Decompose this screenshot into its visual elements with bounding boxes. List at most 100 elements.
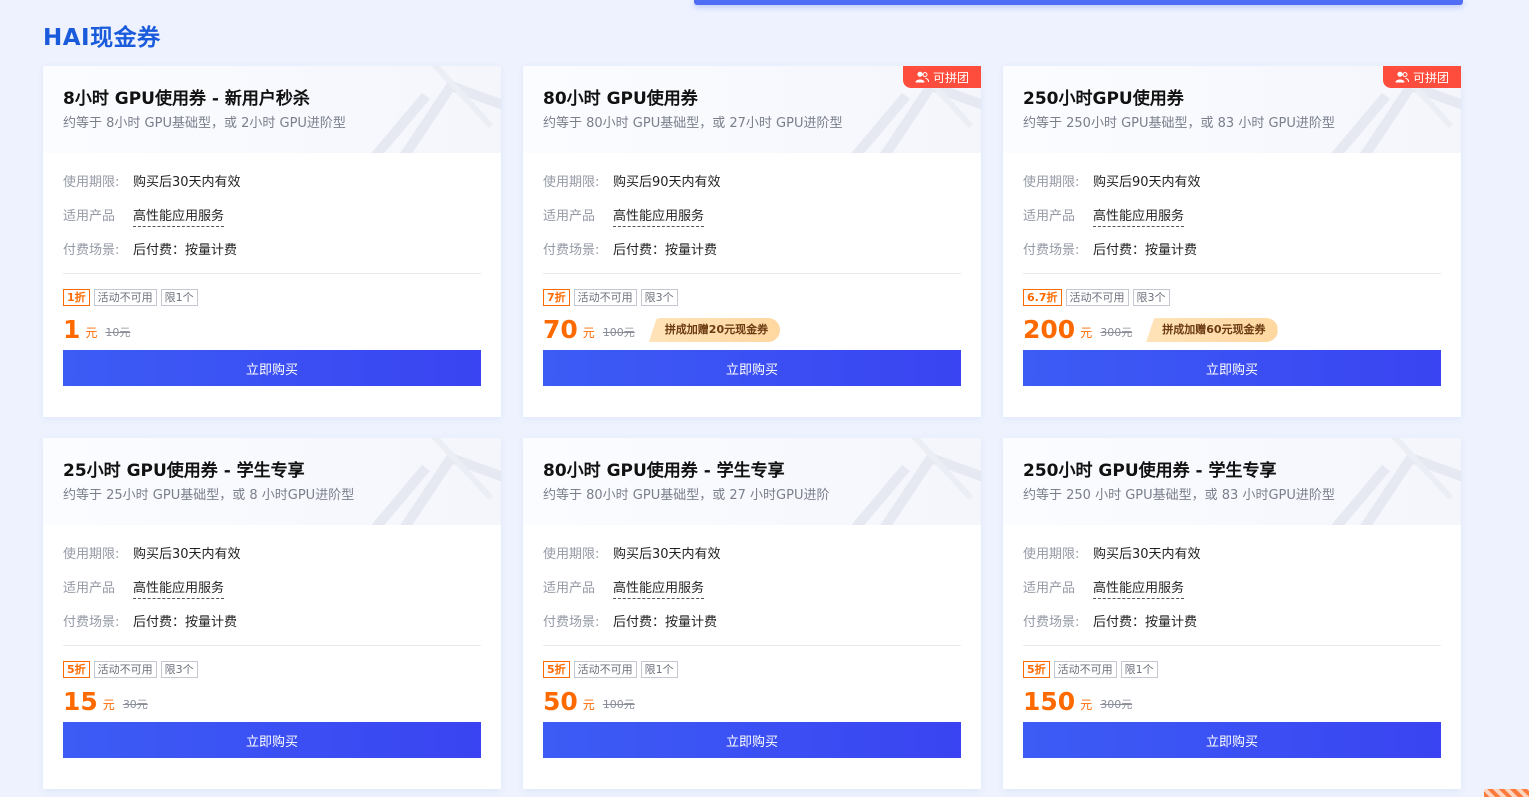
discount-tag: 5折	[543, 661, 570, 678]
group-buy-badge: 可拼团	[1383, 66, 1461, 88]
product-label: 适用产品	[1023, 209, 1076, 224]
limit-tag: 限3个	[1132, 289, 1170, 306]
original-price: 300元	[1100, 326, 1133, 339]
validity-label: 使用期限:	[543, 547, 600, 562]
buy-now-button[interactable]: 立即购买	[543, 722, 961, 758]
tag-list: 5折 活动不可用 限3个	[63, 661, 481, 678]
buy-now-button[interactable]: 立即购买	[543, 350, 961, 386]
price-value: 1	[63, 315, 81, 344]
price-value: 150	[1023, 687, 1076, 716]
tag-list: 5折 活动不可用 限1个	[543, 661, 961, 678]
payment-value: 后付费：按量计费	[133, 243, 238, 258]
card-header: 25小时 GPU使用券 - 学生专享 约等于 25小时 GPU基础型，或 8 小…	[43, 438, 501, 525]
price-row: 200 元 300元 拼成加赠60元现金券	[1023, 314, 1441, 344]
group-buy-badge: 可拼团	[903, 66, 981, 88]
group-promo-badge: 拼成加赠20元现金券	[648, 318, 781, 342]
validity-label: 使用期限:	[1023, 175, 1080, 190]
buy-now-button[interactable]: 立即购买	[1023, 722, 1441, 758]
card-body: 使用期限: 购买后30天内有效 适用产品 高性能应用服务 付费场景: 后付费：按…	[43, 153, 501, 386]
price-row: 70 元 100元 拼成加赠20元现金券	[543, 314, 961, 344]
limit-tag: 限1个	[640, 661, 678, 678]
card-body: 使用期限: 购买后30天内有效 适用产品 高性能应用服务 付费场景: 后付费：按…	[523, 525, 981, 758]
product-link[interactable]: 高性能应用服务	[613, 577, 705, 599]
buy-now-button[interactable]: 立即购买	[63, 722, 481, 758]
divider	[63, 273, 481, 274]
product-row: 适用产品 高性能应用服务	[1023, 577, 1441, 611]
buy-now-button[interactable]: 立即购买	[1023, 350, 1441, 386]
validity-row: 使用期限: 购买后90天内有效	[1023, 171, 1441, 205]
payment-label: 付费场景:	[63, 615, 120, 630]
validity-row: 使用期限: 购买后30天内有效	[63, 543, 481, 577]
price-unit: 元	[1080, 326, 1093, 340]
original-price: 300元	[1100, 698, 1133, 711]
payment-label: 付费场景:	[543, 243, 600, 258]
card-header: 8小时 GPU使用券 - 新用户秒杀 约等于 8小时 GPU基础型，或 2小时 …	[43, 66, 501, 153]
payment-row: 付费场景: 后付费：按量计费	[63, 611, 481, 645]
payment-label: 付费场景:	[1023, 243, 1080, 258]
activity-na-tag: 活动不可用	[1053, 661, 1117, 678]
activity-na-tag: 活动不可用	[573, 289, 637, 306]
price-row: 150 元 300元	[1023, 686, 1441, 716]
activity-na-tag: 活动不可用	[93, 289, 157, 306]
card-header: 可拼团 80小时 GPU使用券 约等于 80小时 GPU基础型，或 27小时 G…	[523, 66, 981, 153]
coupon-title: 80小时 GPU使用券	[543, 89, 698, 109]
price-unit: 元	[582, 326, 595, 340]
coupon-title: 80小时 GPU使用券 - 学生专享	[543, 461, 785, 481]
payment-value: 后付费：按量计费	[1093, 615, 1198, 630]
group-promo-badge: 拼成加赠60元现金券	[1146, 318, 1278, 342]
activity-na-tag: 活动不可用	[573, 661, 637, 678]
validity-label: 使用期限:	[1023, 547, 1080, 562]
product-label: 适用产品	[543, 581, 596, 596]
discount-tag: 6.7折	[1023, 289, 1062, 306]
section-title: HAI现金券	[43, 25, 161, 51]
payment-row: 付费场景: 后付费：按量计费	[63, 239, 481, 273]
top-accent-bar	[694, 0, 1463, 5]
product-row: 适用产品 高性能应用服务	[63, 205, 481, 239]
original-price: 100元	[602, 698, 635, 711]
product-link[interactable]: 高性能应用服务	[133, 205, 225, 227]
validity-value: 购买后30天内有效	[133, 547, 241, 562]
validity-label: 使用期限:	[63, 547, 120, 562]
product-link[interactable]: 高性能应用服务	[133, 577, 225, 599]
validity-row: 使用期限: 购买后30天内有效	[63, 171, 481, 205]
product-label: 适用产品	[543, 209, 596, 224]
group-users-icon	[915, 71, 929, 83]
card-body: 使用期限: 购买后90天内有效 适用产品 高性能应用服务 付费场景: 后付费：按…	[1003, 153, 1461, 386]
price-unit: 元	[582, 698, 595, 712]
price-unit: 元	[102, 698, 115, 712]
divider	[63, 645, 481, 646]
product-label: 适用产品	[63, 209, 116, 224]
product-row: 适用产品 高性能应用服务	[543, 577, 961, 611]
validity-value: 购买后30天内有效	[1093, 547, 1201, 562]
product-link[interactable]: 高性能应用服务	[1093, 577, 1185, 599]
price-row: 1 元 10元	[63, 314, 481, 344]
card-body: 使用期限: 购买后30天内有效 适用产品 高性能应用服务 付费场景: 后付费：按…	[43, 525, 501, 758]
payment-row: 付费场景: 后付费：按量计费	[543, 239, 961, 273]
card-header: 可拼团 250小时GPU使用券 约等于 250小时 GPU基础型，或 83 小时…	[1003, 66, 1461, 153]
divider	[1023, 645, 1441, 646]
payment-value: 后付费：按量计费	[613, 243, 718, 258]
coupon-subtitle: 约等于 250小时 GPU基础型，或 83 小时 GPU进阶型	[1023, 116, 1335, 131]
validity-row: 使用期限: 购买后30天内有效	[543, 543, 961, 577]
product-link[interactable]: 高性能应用服务	[1093, 205, 1185, 227]
payment-row: 付费场景: 后付费：按量计费	[1023, 611, 1441, 645]
buy-now-button[interactable]: 立即购买	[63, 350, 481, 386]
product-row: 适用产品 高性能应用服务	[543, 205, 961, 239]
price-row: 15 元 30元	[63, 686, 481, 716]
limit-tag: 限1个	[160, 289, 198, 306]
tag-list: 5折 活动不可用 限1个	[1023, 661, 1441, 678]
payment-value: 后付费：按量计费	[613, 615, 718, 630]
card-header: 250小时 GPU使用券 - 学生专享 约等于 250 小时 GPU基础型，或 …	[1003, 438, 1461, 525]
validity-label: 使用期限:	[543, 175, 600, 190]
card-body: 使用期限: 购买后90天内有效 适用产品 高性能应用服务 付费场景: 后付费：按…	[523, 153, 981, 386]
discount-tag: 1折	[63, 289, 90, 306]
coupon-card: 250小时 GPU使用券 - 学生专享 约等于 250 小时 GPU基础型，或 …	[1003, 438, 1461, 789]
corner-ribbon	[1484, 789, 1529, 797]
tag-list: 7折 活动不可用 限3个	[543, 289, 961, 306]
activity-na-tag: 活动不可用	[93, 661, 157, 678]
activity-na-tag: 活动不可用	[1065, 289, 1129, 306]
validity-value: 购买后90天内有效	[613, 175, 721, 190]
card-header: 80小时 GPU使用券 - 学生专享 约等于 80小时 GPU基础型，或 27 …	[523, 438, 981, 525]
price-value: 15	[63, 687, 98, 716]
product-link[interactable]: 高性能应用服务	[613, 205, 705, 227]
